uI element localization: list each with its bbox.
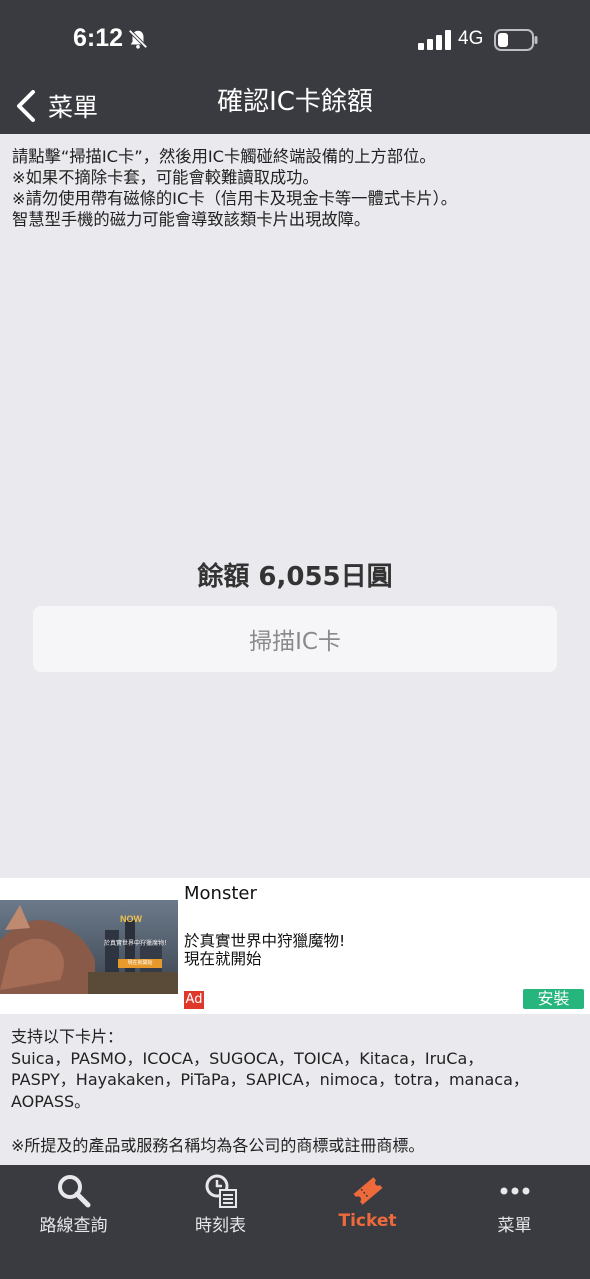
instruction-line: 請點擊“掃描IC卡”，然後用IC卡觸碰終端設備的上方部位。	[12, 147, 436, 166]
page-title: 確認IC卡餘額	[217, 87, 373, 117]
ad-badge: Ad	[184, 991, 204, 1009]
install-button[interactable]: 安裝	[523, 989, 584, 1009]
supported-cards-line: Suica，PASMO，ICOCA，SUGOCA，TOICA，Kitaca，Ir…	[11, 1048, 484, 1068]
tab-label: 時刻表	[195, 1216, 246, 1236]
instruction-line: 智慧型手機的磁力可能會導致該類卡片出現故障。	[12, 210, 371, 229]
ad-banner[interactable]: NOW 於真實世界中狩獵魔物！ 現在就開始 Monster 於真實世界中狩獵魔物…	[0, 878, 590, 1014]
tab-ticket[interactable]: Ticket	[294, 1165, 441, 1245]
tab-label: 菜單	[497, 1216, 532, 1236]
tab-timetable[interactable]: 時刻表	[147, 1165, 294, 1245]
balance-text: 餘額 6,055日圓	[197, 562, 393, 592]
ticket-icon	[353, 1177, 382, 1205]
instruction-line: ※請勿使用帶有磁條的IC卡（信用卡及現金卡等一體式卡片）。	[12, 189, 457, 208]
scan-ic-card-button[interactable]: 掃描IC卡	[33, 606, 557, 672]
tab-menu[interactable]: 菜單	[441, 1165, 588, 1245]
instruction-line: ※如果不摘除卡套，可能會較難讀取成功。	[12, 168, 319, 187]
ad-image-button: 現在就開始	[118, 959, 162, 968]
ad-image-caption: 於真實世界中狩獵魔物！	[104, 940, 171, 947]
supported-cards-line: AOPASS。	[11, 1091, 91, 1111]
status-time: 6:12	[73, 24, 124, 52]
status-bar: 6:12 4G	[0, 0, 590, 80]
tab-route-search[interactable]: 路線查詢	[0, 1165, 147, 1245]
supported-cards-line: PASPY，Hayakaken，PiTaPa，SAPICA，nimoca，tot…	[11, 1070, 529, 1089]
supported-cards: 支持以下卡片： Suica，PASMO，ICOCA，SUGOCA，TOICA，K…	[11, 1026, 581, 1112]
network-type: 4G	[458, 28, 484, 49]
tab-label: 路線查詢	[39, 1216, 108, 1236]
ad-title[interactable]: Monster	[184, 883, 257, 904]
tab-label: Ticket	[338, 1211, 397, 1231]
ad-image-logo: NOW	[120, 914, 142, 924]
ad-description: 於真實世界中狩獵魔物! 現在就開始	[184, 932, 345, 968]
tab-bar: 路線查詢 時刻表 Ticket 菜單	[0, 1165, 590, 1279]
supported-cards-heading: 支持以下卡片：	[11, 1027, 124, 1046]
ad-description-line: 於真實世界中狩獵魔物!	[184, 932, 346, 950]
ad-image[interactable]: NOW 於真實世界中狩獵魔物！ 現在就開始	[0, 900, 178, 994]
search-icon	[57, 1175, 90, 1208]
trademark-notice: ※所提及的產品或服務名稱均為各公司的商標或註冊商標。	[11, 1136, 425, 1155]
bell-muted-icon	[128, 29, 148, 49]
timetable-icon	[205, 1174, 237, 1208]
more-icon	[500, 1187, 529, 1195]
battery-icon	[494, 29, 538, 51]
instructions: 請點擊“掃描IC卡”，然後用IC卡觸碰終端設備的上方部位。 ※如果不摘除卡套，可…	[12, 146, 582, 230]
ad-description-line: 現在就開始	[184, 950, 262, 968]
signal-icon	[418, 30, 451, 50]
